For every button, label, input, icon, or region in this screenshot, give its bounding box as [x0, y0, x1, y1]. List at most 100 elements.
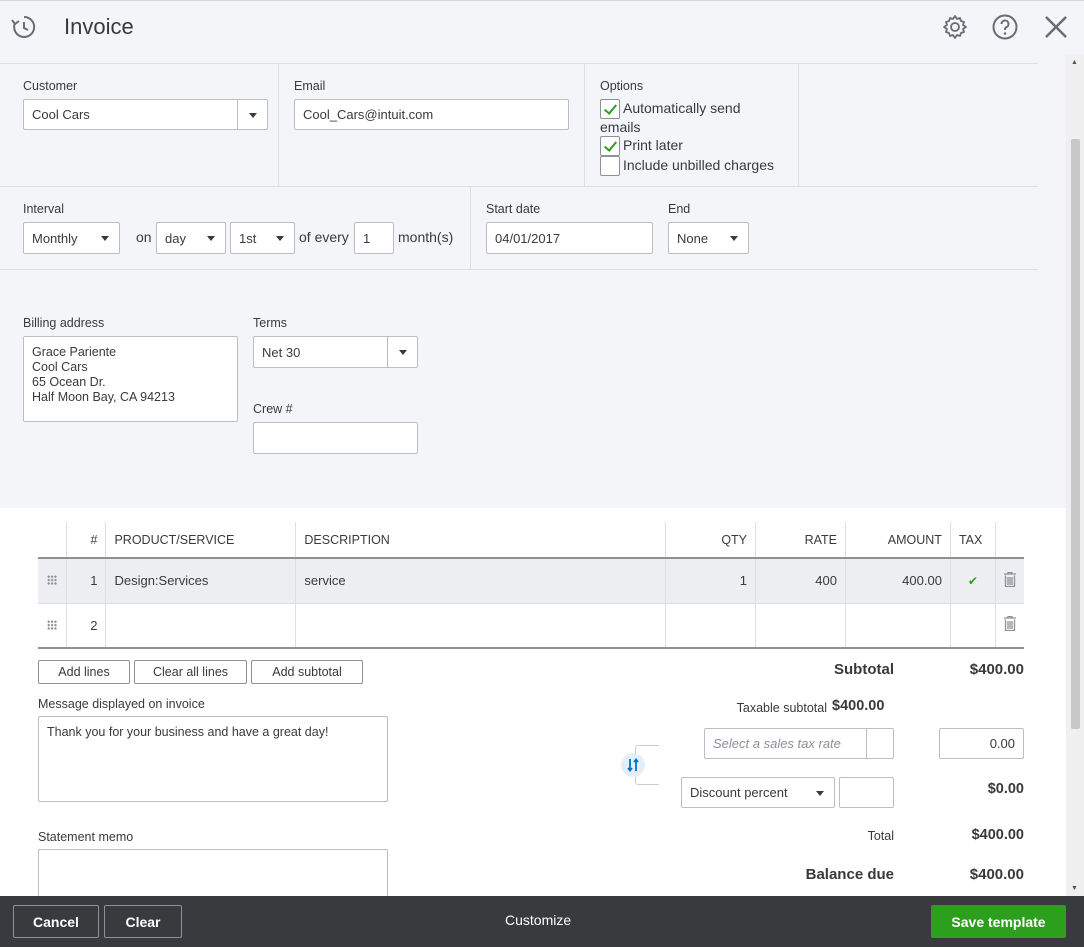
auto-send-checkbox[interactable]: [600, 99, 620, 119]
nth-select[interactable]: 1st: [230, 222, 295, 254]
subtotal-label: Subtotal: [834, 661, 894, 678]
trash-icon[interactable]: [1003, 571, 1016, 587]
table-row[interactable]: 2: [38, 603, 1024, 649]
tax-amount-value: 0.00: [989, 736, 1015, 751]
taxable-subtotal-label: Taxable subtotal: [736, 701, 827, 715]
customer-select[interactable]: Cool Cars: [23, 99, 268, 130]
scroll-down-arrow[interactable]: ▼: [1071, 885, 1078, 892]
memo-field[interactable]: [38, 849, 388, 896]
of-every-label: of every: [299, 229, 349, 245]
discount-type-select[interactable]: Discount percent: [681, 777, 835, 808]
row-qty[interactable]: 1: [665, 558, 757, 604]
end-select[interactable]: None: [668, 222, 749, 254]
scrollbar-thumb[interactable]: [1071, 139, 1080, 729]
trash-icon[interactable]: [1003, 616, 1016, 632]
unbilled-checkbox[interactable]: [600, 156, 620, 176]
balance-due-label: Balance due: [805, 866, 894, 883]
row-rate[interactable]: [755, 603, 846, 649]
message-field[interactable]: Thank you for your business and have a g…: [38, 716, 388, 802]
auto-send-label: Automatically send: [623, 100, 741, 116]
taxable-subtotal-value: $400.00: [832, 698, 885, 714]
save-template-button[interactable]: Save template: [931, 905, 1066, 938]
day-value: day: [165, 230, 186, 246]
close-icon[interactable]: [1042, 13, 1070, 41]
col-amount: AMOUNT: [845, 522, 951, 559]
row-amount[interactable]: 400.00: [845, 558, 951, 604]
email-label: Email: [294, 79, 326, 93]
header: Invoice: [0, 0, 1084, 55]
print-later-label: Print later: [623, 137, 683, 153]
scrollbar[interactable]: ▲ ▼: [1066, 55, 1084, 896]
row-qty[interactable]: [665, 603, 757, 649]
auto-send-label-2: emails: [600, 119, 641, 135]
col-product: PRODUCT/SERVICE: [105, 522, 297, 559]
add-lines-button[interactable]: Add lines: [38, 660, 130, 684]
start-date-value: 04/01/2017: [495, 230, 561, 246]
clear-button[interactable]: Clear: [104, 905, 182, 938]
message-value: Thank you for your business and have a g…: [47, 725, 329, 739]
interval-select[interactable]: Monthly: [23, 222, 120, 254]
swap-order-icon[interactable]: [621, 753, 645, 777]
cancel-button[interactable]: Cancel: [13, 905, 99, 938]
interval-value: Monthly: [32, 230, 78, 246]
discount-type-value: Discount percent: [690, 785, 788, 800]
billing-line: Half Moon Bay, CA 94213: [32, 390, 175, 404]
crew-label: Crew #: [253, 402, 293, 416]
customize-link[interactable]: Customize: [505, 912, 571, 928]
scroll-up-arrow[interactable]: ▲: [1071, 59, 1078, 66]
billing-line: 65 Ocean Dr.: [32, 375, 106, 389]
line-items-table: # PRODUCT/SERVICE DESCRIPTION QTY RATE A…: [38, 522, 1024, 649]
discount-input[interactable]: [839, 777, 894, 808]
row-product[interactable]: Design:Services: [105, 558, 297, 604]
row-description[interactable]: [295, 603, 667, 649]
sales-tax-rate-select[interactable]: Select a sales tax rate: [704, 728, 894, 759]
email-field[interactable]: Cool_Cars@intuit.com: [294, 99, 569, 130]
billing-address-field[interactable]: Grace Pariente Cool Cars 65 Ocean Dr. Ha…: [23, 336, 238, 422]
row-num: 2: [66, 603, 107, 649]
subtotal-value: $400.00: [969, 661, 1024, 678]
customer-value: Cool Cars: [32, 107, 90, 122]
billing-line: Grace Pariente: [32, 345, 117, 359]
sales-tax-placeholder: Select a sales tax rate: [713, 736, 841, 751]
message-label: Message displayed on invoice: [38, 697, 205, 711]
col-tax: TAX: [950, 522, 996, 559]
row-amount[interactable]: [845, 603, 951, 649]
months-label: month(s): [398, 229, 454, 245]
start-date-field[interactable]: 04/01/2017: [486, 222, 653, 254]
every-input[interactable]: 1: [354, 222, 394, 254]
col-qty: QTY: [665, 522, 757, 559]
col-num: #: [66, 522, 107, 559]
row-rate[interactable]: 400: [755, 558, 846, 604]
gear-icon[interactable]: [941, 13, 969, 41]
row-tax-check[interactable]: ✔: [950, 558, 996, 604]
every-value: 1: [363, 230, 371, 246]
row-description[interactable]: service: [295, 558, 667, 604]
col-description: DESCRIPTION: [295, 522, 667, 559]
print-later-checkbox[interactable]: [600, 136, 620, 156]
row-product[interactable]: [105, 603, 297, 649]
terms-select[interactable]: Net 30: [253, 336, 418, 368]
total-label: Total: [867, 829, 894, 843]
customer-label: Customer: [23, 79, 78, 93]
row-tax-check[interactable]: [950, 603, 996, 649]
crew-field[interactable]: [253, 422, 418, 454]
balance-due-value: $400.00: [969, 866, 1024, 883]
tax-amount-field[interactable]: 0.00: [939, 728, 1024, 759]
page-title: Invoice: [64, 14, 134, 39]
day-select[interactable]: day: [156, 222, 226, 254]
billing-line: Cool Cars: [32, 360, 88, 374]
help-icon[interactable]: [991, 13, 1019, 41]
drag-handle-icon[interactable]: [47, 619, 58, 630]
end-label: End: [668, 202, 691, 216]
email-value: Cool_Cars@intuit.com: [303, 107, 434, 122]
footer-bar: Cancel Clear Customize Save template: [0, 896, 1084, 947]
drag-handle-icon[interactable]: [47, 575, 58, 586]
total-value: $400.00: [971, 827, 1024, 843]
table-row[interactable]: 1 Design:Services service 1 400 400.00 ✔: [38, 558, 1024, 604]
add-subtotal-button[interactable]: Add subtotal: [251, 660, 363, 684]
interval-label: Interval: [23, 202, 64, 216]
on-label: on: [136, 229, 152, 245]
clear-all-lines-button[interactable]: Clear all lines: [134, 660, 247, 684]
nth-value: 1st: [239, 230, 257, 246]
history-icon[interactable]: [10, 13, 38, 41]
